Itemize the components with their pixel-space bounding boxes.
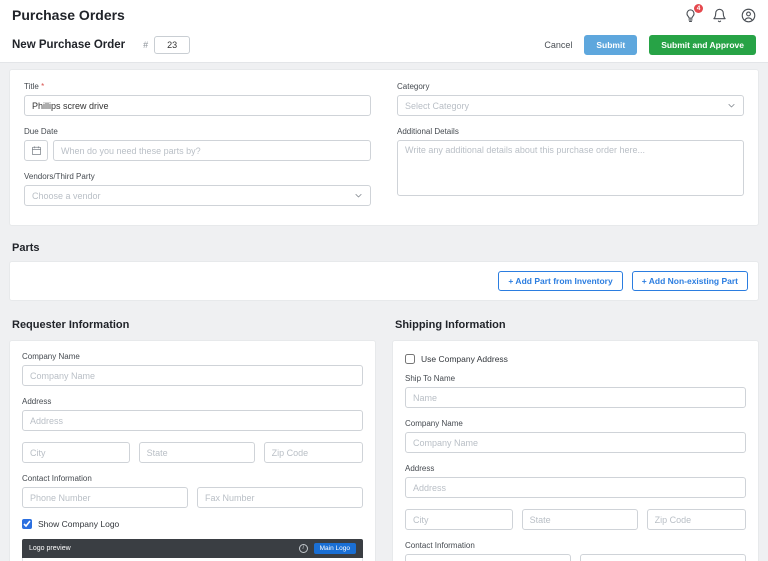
show-company-logo-checkbox[interactable]	[22, 519, 32, 529]
ship-to-input[interactable]	[405, 387, 746, 408]
shipping-contact-field: Contact Information	[405, 541, 746, 561]
shipping-heading: Shipping Information	[395, 319, 506, 331]
category-select-placeholder: Select Category	[405, 100, 470, 111]
bottom-section: Requester Information Company Name Addre…	[9, 301, 759, 561]
shipping-contact-label: Contact Information	[405, 541, 475, 550]
requester-company-input[interactable]	[22, 365, 363, 386]
requester-city-input[interactable]	[22, 442, 130, 463]
category-label: Category	[397, 82, 430, 91]
show-company-logo-checkbox-row[interactable]: Show Company Logo	[22, 519, 363, 529]
required-marker: *	[41, 82, 45, 91]
logo-preview-header: Logo preview i Main Logo	[22, 539, 363, 558]
requester-company-label: Company Name	[22, 352, 80, 361]
vendors-field: Vendors/Third Party Choose a vendor	[24, 172, 371, 206]
vendor-select[interactable]: Choose a vendor	[24, 185, 371, 206]
due-date-field: Due Date	[24, 127, 371, 161]
requester-heading: Requester Information	[12, 319, 130, 331]
bell-icon[interactable]	[712, 8, 727, 23]
due-date-label: Due Date	[24, 127, 58, 136]
shipping-state-input[interactable]	[521, 509, 638, 530]
requester-column: Requester Information Company Name Addre…	[9, 301, 376, 561]
shipping-city-state-zip-row	[405, 509, 746, 530]
details-left-column: Title * Due Date Vendors/Third Party Cho…	[24, 82, 371, 217]
parts-heading: Parts	[12, 242, 40, 254]
shipping-address-input[interactable]	[405, 477, 746, 498]
shipping-address-field: Address	[405, 464, 746, 498]
submit-and-approve-button[interactable]: Submit and Approve	[649, 35, 756, 55]
page-title: Purchase Orders	[12, 7, 125, 23]
additional-details-field: Additional Details	[397, 127, 744, 201]
po-number-input[interactable]	[154, 36, 191, 54]
requester-address-label: Address	[22, 397, 52, 406]
vendors-label: Vendors/Third Party	[24, 172, 95, 181]
parts-card: + Add Part from Inventory + Add Non-exis…	[9, 261, 759, 301]
additional-details-label: Additional Details	[397, 127, 459, 136]
shipping-zip-input[interactable]	[646, 509, 746, 530]
requester-company-field: Company Name	[22, 352, 363, 386]
chevron-down-icon	[727, 101, 736, 110]
po-details-card: Title * Due Date Vendors/Third Party Cho…	[9, 69, 759, 226]
ship-to-field: Ship To Name	[405, 374, 746, 408]
category-select[interactable]: Select Category	[397, 95, 744, 116]
chevron-down-icon	[354, 191, 363, 200]
title-field: Title *	[24, 82, 371, 116]
requester-city-state-zip-row	[22, 442, 363, 463]
shipping-phone-input[interactable]	[405, 554, 571, 561]
additional-details-textarea[interactable]	[397, 140, 744, 196]
vendor-select-placeholder: Choose a vendor	[32, 190, 101, 201]
title-input[interactable]	[24, 95, 371, 116]
requester-card: Company Name Address Contact Information	[9, 340, 376, 561]
shipping-fax-input[interactable]	[580, 554, 746, 561]
shipping-company-label: Company Name	[405, 419, 463, 428]
use-company-address-checkbox-row[interactable]: Use Company Address	[405, 354, 746, 364]
calendar-icon[interactable]	[24, 140, 48, 161]
show-company-logo-label: Show Company Logo	[38, 519, 120, 529]
header-icons: 4	[683, 3, 756, 23]
add-non-existing-part-button[interactable]: + Add Non-existing Part	[631, 271, 748, 291]
requester-zip-input[interactable]	[263, 442, 363, 463]
logo-preview-label: Logo preview	[29, 545, 71, 552]
requester-fax-input[interactable]	[197, 487, 363, 508]
info-icon[interactable]: i	[298, 544, 308, 553]
ship-to-label: Ship To Name	[405, 374, 456, 383]
shipping-column: Shipping Information Use Company Address…	[392, 301, 759, 561]
shipping-address-label: Address	[405, 464, 435, 473]
requester-contact-field: Contact Information	[22, 474, 363, 508]
requester-state-input[interactable]	[138, 442, 255, 463]
cancel-button[interactable]: Cancel	[544, 40, 572, 50]
page-header: Purchase Orders 4	[0, 0, 768, 28]
toolbar-actions: Cancel Submit Submit and Approve	[544, 35, 756, 55]
user-profile-icon[interactable]	[741, 8, 756, 23]
shipping-company-field: Company Name	[405, 419, 746, 453]
use-company-address-checkbox[interactable]	[405, 354, 415, 364]
details-right-column: Category Select Category Additional Deta…	[397, 82, 744, 217]
requester-contact-label: Contact Information	[22, 474, 92, 483]
main-logo-badge[interactable]: Main Logo	[313, 543, 356, 554]
add-part-from-inventory-button[interactable]: + Add Part from Inventory	[498, 271, 623, 291]
category-field: Category Select Category	[397, 82, 744, 116]
requester-address-input[interactable]	[22, 410, 363, 431]
shipping-card: Use Company Address Ship To Name Company…	[392, 340, 759, 561]
notification-count-badge: 4	[694, 3, 703, 13]
title-label: Title *	[24, 82, 371, 91]
whats-new-icon[interactable]: 4	[683, 3, 703, 23]
submit-button[interactable]: Submit	[584, 35, 638, 55]
po-toolbar: New Purchase Order # Cancel Submit Submi…	[0, 28, 768, 63]
due-date-input[interactable]	[53, 140, 371, 161]
requester-phone-input[interactable]	[22, 487, 188, 508]
requester-address-field: Address	[22, 397, 363, 431]
shipping-city-input[interactable]	[405, 509, 513, 530]
po-number-label: #	[143, 40, 149, 50]
use-company-address-label: Use Company Address	[421, 354, 508, 364]
shipping-company-input[interactable]	[405, 432, 746, 453]
title-label-text: Title	[24, 82, 39, 91]
new-po-title: New Purchase Order	[12, 39, 126, 51]
